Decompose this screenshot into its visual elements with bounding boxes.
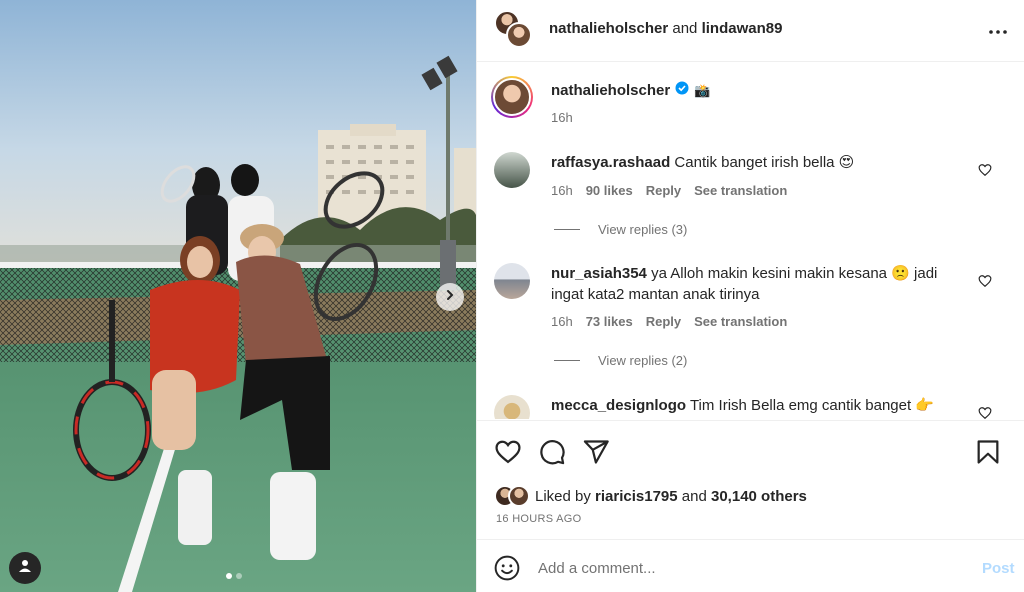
more-horizontal-icon — [989, 21, 1007, 39]
post-media[interactable] — [0, 0, 476, 592]
verified-badge-icon — [675, 80, 689, 101]
view-replies-label: View replies (2) — [598, 353, 688, 368]
collab-title: nathalieholscher and lindawan89 — [549, 20, 782, 37]
comment-likes[interactable]: 73 likes — [586, 314, 633, 329]
caption-text: nathalieholscher 📸 — [551, 80, 710, 101]
carousel-dot-active — [226, 573, 232, 579]
author-link[interactable]: nathalieholscher — [549, 20, 668, 37]
post-header: nathalieholscher and lindawan89 — [477, 0, 1024, 62]
coauthor-link[interactable]: lindawan89 — [702, 20, 783, 37]
chevron-right-icon — [444, 288, 456, 306]
comment-time: 16h — [551, 183, 573, 198]
comment-like-button[interactable] — [978, 163, 992, 177]
comment-likes[interactable]: 90 likes — [586, 183, 633, 198]
next-slide-button[interactable] — [436, 283, 464, 311]
divider-line — [554, 229, 580, 230]
comment-input[interactable] — [538, 554, 958, 582]
caption-row: nathalieholscher 📸 16h — [491, 76, 1014, 136]
liked-by-user[interactable]: riaricis1795 — [595, 488, 678, 505]
comment-body: Cantik banget irish bella 😍 — [674, 154, 855, 171]
comment-row: raffasya.rashaad Cantik banget irish bel… — [494, 152, 1014, 252]
like-button[interactable] — [494, 438, 522, 466]
post-timestamp[interactable]: 16 HOURS AGO — [496, 513, 582, 525]
divider-line — [554, 360, 580, 361]
and-label: and — [672, 20, 698, 37]
likes-text: Liked by riaricis1795 and 30,140 others — [535, 488, 807, 505]
others-count[interactable]: 30,140 others — [711, 488, 807, 505]
comments-list[interactable]: nathalieholscher 📸 16h raffasya.rashaad … — [477, 63, 1024, 419]
view-replies-button[interactable]: View replies (3) — [554, 222, 687, 237]
likes-summary[interactable]: Liked by riaricis1795 and 30,140 others — [494, 485, 807, 507]
comment-username[interactable]: mecca_designlogo — [551, 397, 686, 414]
send-icon — [583, 440, 609, 464]
comment-text: mecca_designlogo Tim Irish Bella emg can… — [551, 395, 971, 416]
share-button[interactable] — [582, 438, 610, 466]
view-replies-button[interactable]: View replies (2) — [554, 353, 687, 368]
caption-time: 16h — [551, 110, 573, 125]
reply-button[interactable]: Reply — [646, 314, 681, 329]
comment-like-button[interactable] — [978, 274, 992, 288]
carousel-dot — [236, 573, 242, 579]
comment-row: mecca_designlogo Tim Irish Bella emg can… — [494, 395, 1014, 419]
see-translation-button[interactable]: See translation — [694, 183, 787, 198]
avatar — [508, 485, 530, 507]
comment-username[interactable]: nur_asiah354 — [551, 265, 647, 282]
avatar[interactable] — [494, 395, 530, 419]
avatar — [506, 22, 532, 48]
more-options-button[interactable] — [985, 18, 1011, 42]
heart-icon — [495, 440, 521, 464]
view-replies-label: View replies (3) — [598, 222, 688, 237]
tagged-users-button[interactable] — [9, 552, 41, 584]
avatar[interactable] — [494, 152, 530, 188]
and-label: and — [681, 487, 707, 505]
add-comment-bar: Post — [477, 539, 1024, 592]
comment-time: 16h — [551, 314, 573, 329]
comment-meta: 16h 90 likes Reply See translation — [551, 183, 787, 198]
comment-text: nur_asiah354 ya Alloh makin kesini makin… — [551, 263, 971, 305]
emoji-button[interactable] — [494, 555, 520, 581]
liked-by-label: Liked by — [535, 487, 591, 505]
post-comment-button[interactable]: Post — [982, 560, 1015, 577]
save-button[interactable] — [974, 438, 1002, 466]
caption-username[interactable]: nathalieholscher — [551, 80, 670, 101]
post-details-panel: nathalieholscher and lindawan89 nathalie… — [476, 0, 1024, 592]
avatar[interactable] — [491, 76, 533, 118]
comment-row: nur_asiah354 ya Alloh makin kesini makin… — [494, 263, 1014, 373]
comment-button[interactable] — [538, 438, 566, 466]
bookmark-icon — [977, 440, 999, 464]
see-translation-button[interactable]: See translation — [694, 314, 787, 329]
reply-button[interactable]: Reply — [646, 183, 681, 198]
caption-meta: 16h — [551, 110, 573, 125]
carousel-indicator — [226, 573, 242, 579]
comment-meta: 16h 73 likes Reply See translation — [551, 314, 787, 329]
smiley-icon — [494, 555, 520, 581]
comment-icon — [540, 440, 565, 465]
avatar[interactable] — [494, 263, 530, 299]
comment-username[interactable]: raffasya.rashaad — [551, 154, 670, 171]
post-actions: Liked by riaricis1795 and 30,140 others … — [477, 420, 1024, 538]
collab-avatars[interactable] — [494, 10, 534, 50]
caption-emoji: 📸 — [694, 83, 711, 98]
comment-like-button[interactable] — [978, 406, 992, 419]
post-photo — [0, 0, 476, 592]
user-tag-icon — [18, 559, 32, 578]
comment-body: Tim Irish Bella emg cantik banget 👉 — [689, 397, 935, 414]
comment-text: raffasya.rashaad Cantik banget irish bel… — [551, 152, 971, 173]
